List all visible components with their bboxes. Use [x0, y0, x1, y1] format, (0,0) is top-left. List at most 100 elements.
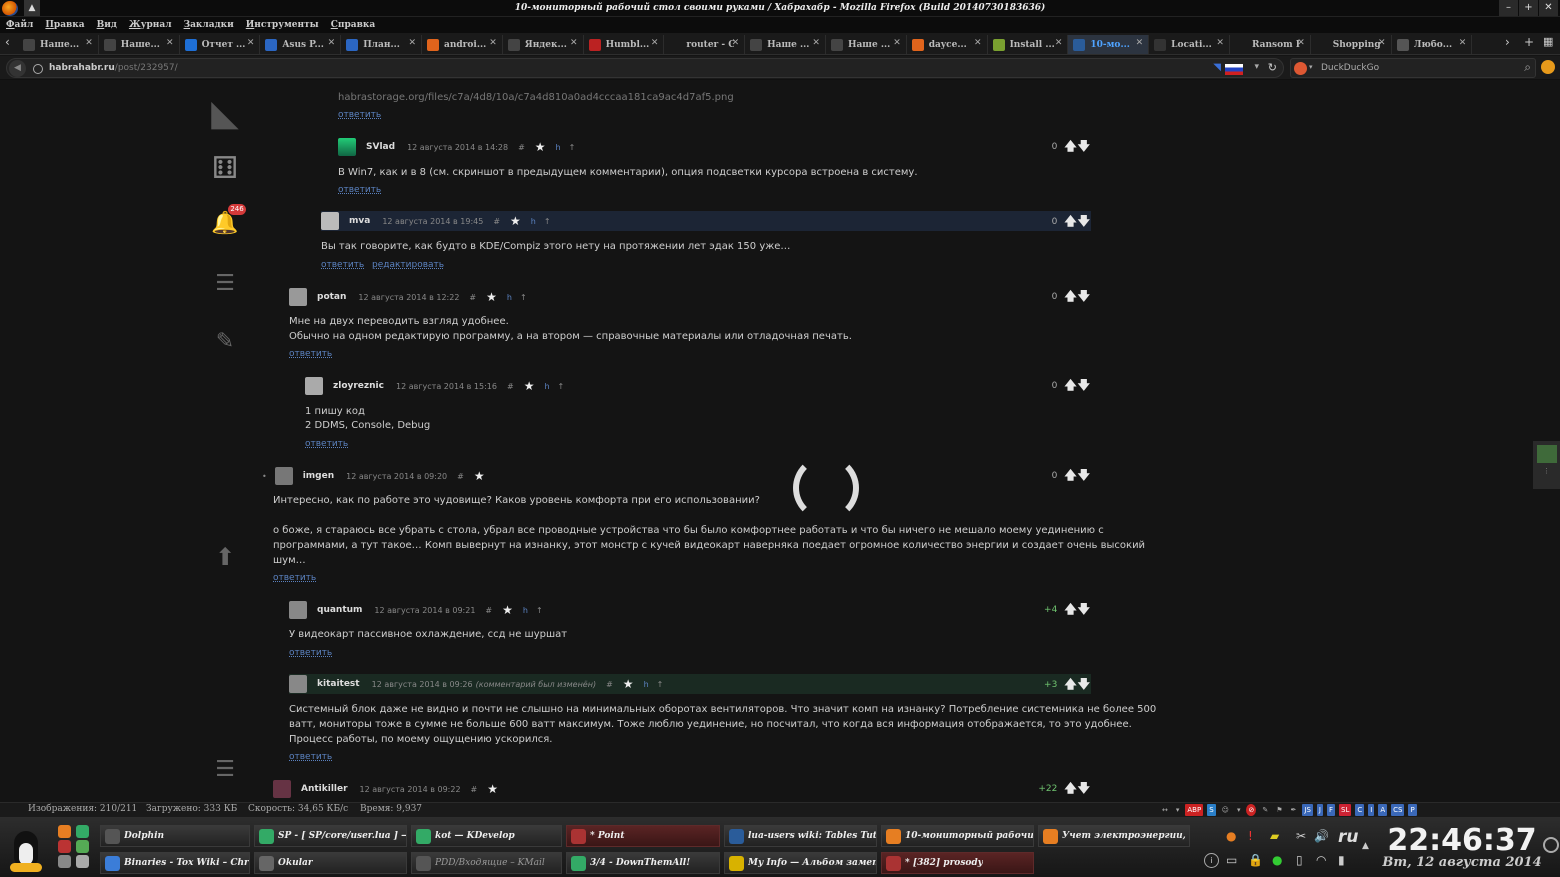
tux-menu-icon[interactable] [4, 827, 48, 873]
browser-tab[interactable]: router - Co...✕ [664, 35, 746, 54]
silverlight-toggle[interactable]: SL [1339, 804, 1352, 816]
browser-tab[interactable]: Locati... ✕ [1149, 35, 1230, 54]
media-launch-icon[interactable] [58, 840, 71, 853]
taskbar-task[interactable]: kot — KDevelop [411, 825, 562, 847]
permalink-link[interactable]: # [457, 472, 464, 481]
notes-tray-icon[interactable]: ▰ [1270, 829, 1279, 843]
browser-tab[interactable]: 10-мо... ✕ [1068, 35, 1150, 54]
favorite-star-icon[interactable]: ★ [487, 782, 498, 796]
cookies-toggle[interactable]: C [1355, 804, 1365, 816]
back-icon[interactable]: ◀ [9, 60, 26, 77]
comment-username[interactable]: potan [317, 292, 346, 302]
duckduckgo-icon[interactable] [1294, 62, 1307, 75]
tab-close-icon[interactable]: ✕ [732, 38, 740, 48]
feather-icon[interactable]: ✒ [1289, 804, 1299, 816]
taskbar-task[interactable]: My Info — Альбом заметок [724, 852, 877, 874]
browser-tab[interactable]: Humbl... ✕ [583, 35, 665, 54]
js-toggle[interactable]: JS [1302, 804, 1313, 816]
search-icon[interactable]: ⌕ [1524, 60, 1531, 75]
reply-link[interactable]: ответить [305, 439, 348, 449]
chat-launch-icon[interactable] [76, 840, 89, 853]
side-widget[interactable]: ⋮ [1533, 441, 1560, 489]
tab-close-icon[interactable]: ✕ [1297, 38, 1305, 48]
menu-bookmarks[interactable]: Закладки [184, 17, 234, 33]
comment-username[interactable]: SVlad [366, 142, 395, 152]
addon-icon[interactable] [1541, 60, 1555, 74]
menu-tools[interactable]: Инструменты [246, 17, 319, 33]
vote-up-icon[interactable]: 🡅 [1064, 600, 1076, 621]
avatar[interactable] [321, 212, 339, 230]
taskbar-task[interactable]: * [382] prosody [881, 852, 1034, 874]
hierarchy-link[interactable]: h [531, 217, 536, 226]
favorite-star-icon[interactable]: ★ [502, 603, 513, 617]
close-icon[interactable]: ✕ [1539, 0, 1558, 16]
vote-down-icon[interactable]: 🡇 [1078, 212, 1090, 233]
parent-arrow-icon[interactable]: ↑ [569, 143, 576, 152]
tray-expand-icon[interactable]: ▲ [1362, 841, 1369, 851]
image-link[interactable]: habrastorage.org/files/c7a/4d8/10a/c7a4d… [338, 92, 734, 103]
tab-close-icon[interactable]: ✕ [651, 38, 659, 48]
permalink-link[interactable]: # [485, 606, 492, 615]
tab-close-icon[interactable]: ✕ [1055, 38, 1063, 48]
tab-close-icon[interactable]: ✕ [408, 38, 416, 48]
taskbar-task[interactable]: PDD/Входящие – KMail [411, 852, 562, 874]
browser-tab[interactable]: androi... ✕ [421, 35, 503, 54]
taskbar-task[interactable]: 10-мониторный рабочий [881, 825, 1034, 847]
battery-icon[interactable]: ▮ [1338, 853, 1345, 867]
tab-close-icon[interactable]: ✕ [1136, 38, 1144, 48]
vote-up-icon[interactable]: 🡅 [1064, 137, 1076, 158]
java-toggle[interactable]: J [1316, 804, 1323, 816]
scissors-icon[interactable]: ✂ [1296, 829, 1306, 843]
tool-launch-icon[interactable] [58, 855, 71, 868]
comment-username[interactable]: quantum [317, 605, 362, 615]
favorite-star-icon[interactable]: ★ [623, 677, 634, 691]
s-icon[interactable]: S [1207, 804, 1216, 816]
permalink-link[interactable]: # [469, 293, 476, 302]
avatar[interactable] [289, 601, 307, 619]
vote-down-icon[interactable]: 🡇 [1078, 600, 1090, 621]
firefox-tray-icon[interactable]: ● [1226, 829, 1236, 843]
images-toggle[interactable]: I [1368, 804, 1375, 816]
tabs-scroll-right-icon[interactable]: › [1505, 35, 1510, 49]
favorite-star-icon[interactable]: ★ [486, 290, 497, 304]
comment-username[interactable]: Antikiller [301, 784, 348, 794]
parent-arrow-icon[interactable]: ↑ [536, 606, 543, 615]
parent-arrow-icon[interactable]: ↑ [544, 217, 551, 226]
reply-link[interactable]: ответить [289, 349, 332, 359]
vote-down-icon[interactable]: 🡇 [1078, 779, 1090, 800]
search-bar[interactable]: ▾ DuckDuckGo ⌕ [1290, 58, 1536, 78]
animation-toggle[interactable]: A [1378, 804, 1388, 816]
tab-close-icon[interactable]: ✕ [1378, 38, 1386, 48]
keyboard-tray-icon[interactable]: ▭ [1226, 853, 1237, 867]
avatar[interactable] [289, 675, 307, 693]
hierarchy-link[interactable]: h [523, 606, 528, 615]
taskbar-task[interactable]: 3/4 - DownThemAll! [566, 852, 720, 874]
vote-up-icon[interactable]: 🡅 [1064, 675, 1076, 696]
tab-close-icon[interactable]: ✕ [166, 38, 174, 48]
browser-tab[interactable]: Наше ... ✕ [745, 35, 826, 54]
files-launch-icon[interactable] [76, 855, 89, 868]
reply-link[interactable]: ответить [321, 260, 364, 270]
browser-tab[interactable]: План... ✕ [341, 35, 422, 54]
parent-arrow-icon[interactable]: ↑ [558, 382, 565, 391]
permalink-link[interactable]: # [606, 680, 613, 689]
avatar[interactable] [338, 138, 356, 156]
tab-close-icon[interactable]: ✕ [489, 38, 497, 48]
hierarchy-link[interactable]: h [507, 293, 512, 302]
taskbar-task[interactable]: SP - [ SP/core/user.lua ] — F [254, 825, 407, 847]
app-launch-icon[interactable] [76, 825, 89, 838]
url-dropdown-icon[interactable]: ▾ [1254, 62, 1259, 72]
avatar[interactable] [274, 467, 293, 485]
maximize-icon[interactable]: + [1519, 0, 1538, 16]
menu-help[interactable]: Справка [331, 17, 375, 33]
browser-tab[interactable]: Shopping ...✕ [1310, 35, 1392, 54]
arrows-icon[interactable]: ↔ [1160, 804, 1170, 816]
parent-arrow-icon[interactable]: ↑ [520, 293, 527, 302]
volume-icon[interactable]: 🔊 [1314, 829, 1329, 843]
block-icon[interactable]: ⊘ [1246, 804, 1257, 816]
permalink-link[interactable]: # [518, 143, 525, 152]
browser-tab[interactable]: Наше... ✕ [98, 35, 180, 54]
vote-up-icon[interactable]: 🡅 [1064, 779, 1076, 800]
favorite-star-icon[interactable]: ★ [535, 140, 546, 154]
flag-icon[interactable]: ⚑ [1274, 804, 1284, 816]
